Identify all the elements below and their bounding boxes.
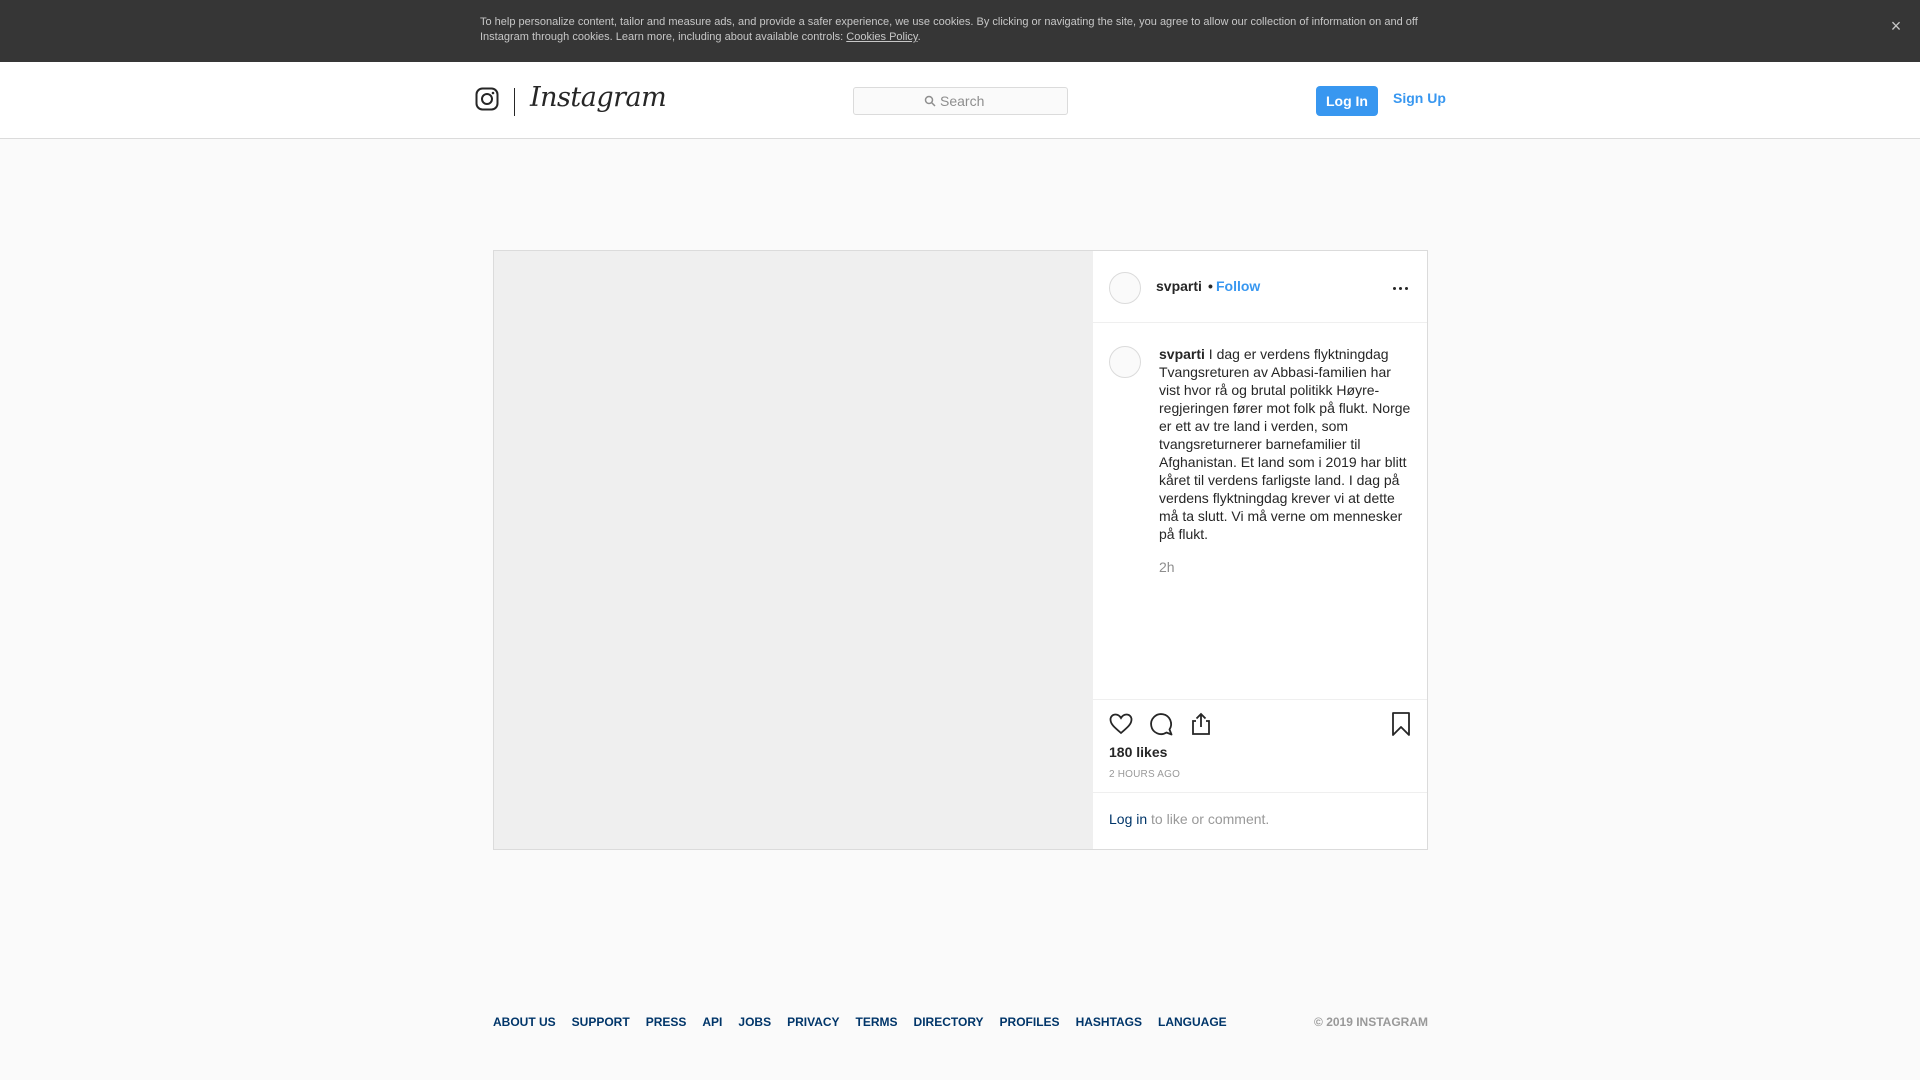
copyright: © 2019 INSTAGRAM <box>1314 1015 1428 1029</box>
caption-timestamp[interactable]: 2h <box>1159 559 1175 575</box>
close-icon[interactable]: × <box>1886 16 1906 36</box>
footer-link-privacy[interactable]: PRIVACY <box>787 1015 839 1029</box>
post-sidebar: svparti • Follow svparti I dag er verden… <box>1093 251 1427 849</box>
footer-links: ABOUT US SUPPORT PRESS API JOBS PRIVACY … <box>493 1015 1243 1029</box>
cookie-trailing: . <box>917 31 921 43</box>
cookies-policy-link[interactable]: Cookies Policy <box>846 31 917 43</box>
footer: ABOUT US SUPPORT PRESS API JOBS PRIVACY … <box>493 1015 1428 1031</box>
post-username[interactable]: svparti <box>1156 278 1202 294</box>
caption-username[interactable]: svparti <box>1159 346 1205 362</box>
search-icon <box>924 95 936 107</box>
login-prompt-rest: to like or comment. <box>1147 811 1270 827</box>
signup-link[interactable]: Sign Up <box>1393 90 1446 106</box>
instagram-wordmark[interactable]: Instagram <box>530 82 667 113</box>
footer-link-press[interactable]: PRESS <box>646 1015 687 1029</box>
footer-link-jobs[interactable]: JOBS <box>738 1015 771 1029</box>
post-card: svparti • Follow svparti I dag er verden… <box>493 250 1428 850</box>
footer-link-language[interactable]: LANGUAGE <box>1158 1015 1227 1029</box>
cookie-banner: To help personalize content, tailor and … <box>0 0 1920 62</box>
login-prompt: Log in to like or comment. <box>1093 792 1427 849</box>
comment-icon[interactable] <box>1148 711 1174 737</box>
top-navigation: Instagram Log In Sign Up <box>0 62 1920 139</box>
avatar[interactable] <box>1109 272 1141 304</box>
separator-dot: • <box>1208 278 1213 294</box>
search-box[interactable] <box>853 87 1068 115</box>
follow-button[interactable]: Follow <box>1216 278 1260 294</box>
footer-link-hashtags[interactable]: HASHTAGS <box>1076 1015 1142 1029</box>
caption-text: I dag er verdens flyktningdag Tvangsretu… <box>1159 346 1411 542</box>
logo-divider <box>514 88 515 116</box>
post-caption: svparti I dag er verdens flyktningdag Tv… <box>1159 345 1415 543</box>
post-timestamp: 2 HOURS AGO <box>1109 769 1181 780</box>
post-header: svparti • Follow <box>1093 251 1427 323</box>
post-actions: 180 likes 2 HOURS AGO Log in to like or … <box>1093 699 1427 849</box>
likes-count[interactable]: 180 likes <box>1109 744 1167 760</box>
share-icon[interactable] <box>1188 711 1214 737</box>
bookmark-icon[interactable] <box>1388 711 1414 737</box>
post-media[interactable] <box>494 251 1093 849</box>
footer-link-directory[interactable]: DIRECTORY <box>914 1015 984 1029</box>
instagram-glyph-icon[interactable] <box>475 87 499 111</box>
cookie-text: To help personalize content, tailor and … <box>480 16 1418 43</box>
footer-link-support[interactable]: SUPPORT <box>572 1015 630 1029</box>
footer-link-api[interactable]: API <box>702 1015 722 1029</box>
footer-link-profiles[interactable]: PROFILES <box>1000 1015 1060 1029</box>
login-button[interactable]: Log In <box>1316 86 1378 116</box>
caption-avatar[interactable] <box>1109 346 1141 378</box>
more-options-icon[interactable] <box>1388 276 1412 300</box>
login-link[interactable]: Log in <box>1109 811 1147 827</box>
cookie-message: To help personalize content, tailor and … <box>480 15 1430 45</box>
footer-link-about-us[interactable]: ABOUT US <box>493 1015 556 1029</box>
comments-section: svparti I dag er verdens flyktningdag Tv… <box>1093 323 1427 698</box>
heart-icon[interactable] <box>1108 711 1134 737</box>
footer-link-terms[interactable]: TERMS <box>856 1015 898 1029</box>
search-input[interactable] <box>940 91 1060 111</box>
login-prompt-text: Log in to like or comment. <box>1109 811 1269 827</box>
